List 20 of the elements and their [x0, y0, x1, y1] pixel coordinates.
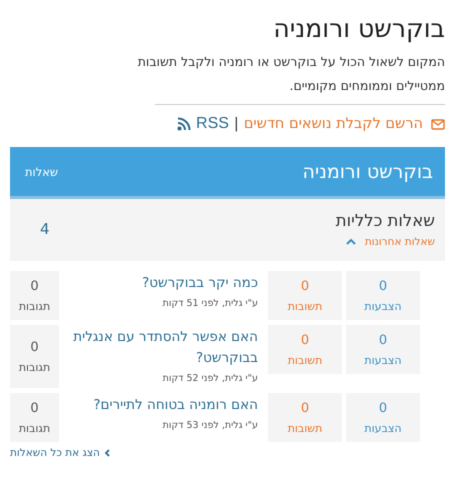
- category-title[interactable]: שאלות כלליות: [336, 210, 435, 230]
- caret-icon[interactable]: [346, 238, 356, 245]
- page-description: המקום לשאול הכול על בוקרשט או רומניה ולקבל תשובות ממטיילים וממומחים מקומיים.: [136, 53, 445, 95]
- question-meta: ע"י גלית, לפני 52 דקות: [162, 373, 258, 384]
- question-title[interactable]: האם רומניה בטוחה לתיירים?: [67, 395, 258, 416]
- rss-link[interactable]: RSS: [196, 115, 229, 133]
- separator: |: [234, 116, 239, 132]
- show-all-link[interactable]: הצג את כל השאלות: [10, 447, 100, 459]
- subscribe-link[interactable]: הרשם לקבלת נושאים חדשים: [244, 116, 423, 132]
- chevron-icon: [104, 449, 110, 457]
- column-heading: שאלות: [25, 164, 58, 178]
- question-meta: ע"י גלית, לפני 51 דקות: [162, 298, 258, 309]
- envelope-icon: [431, 118, 445, 130]
- question-title[interactable]: כמה יקר בבוקרשט?: [67, 273, 258, 294]
- question-title[interactable]: האם אפשר להסתדר עם אנגלית בבוקרשט?: [67, 327, 258, 369]
- page-title: בוקרשט ורומניה: [272, 13, 445, 45]
- rss-icon[interactable]: [177, 117, 192, 131]
- panel-title: בוקרשט ורומניה: [302, 160, 433, 182]
- question-count: 4: [40, 220, 50, 238]
- question-meta: ע"י גלית, לפני 53 דקות: [162, 420, 258, 431]
